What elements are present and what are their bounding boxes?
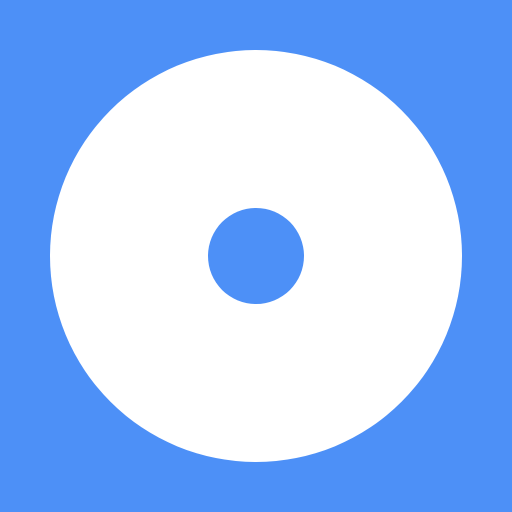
icon-canvas [0,0,512,512]
disc-center-hole [208,208,304,304]
disc-icon [50,50,462,462]
